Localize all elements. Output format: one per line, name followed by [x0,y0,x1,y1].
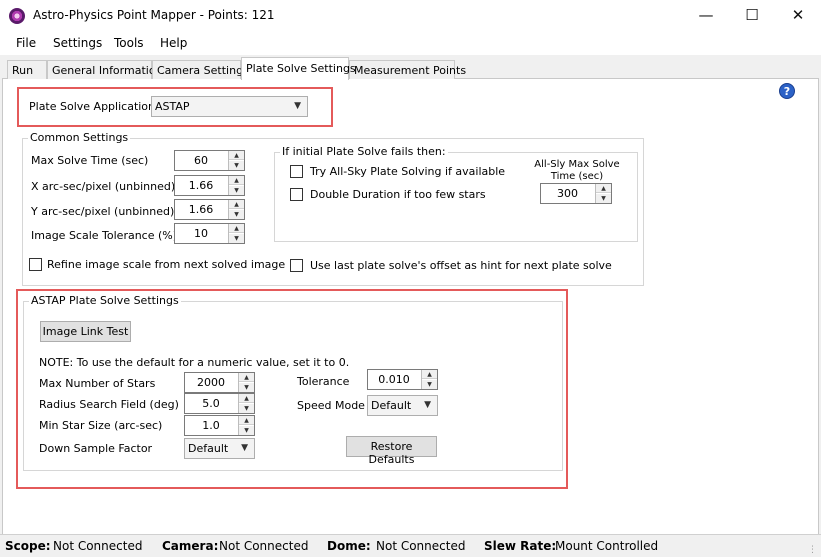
minimize-button[interactable]: — [683,0,729,31]
speed-mode-value: Default [371,399,412,412]
tab-measurement-points[interactable]: Measurement Points [349,60,466,79]
radius-value: 5.0 [202,397,220,410]
chevron-down-icon: ▼ [424,400,431,410]
max-solve-time-label: Max Solve Time (sec) [31,154,149,167]
max-stars-label: Max Number of Stars [39,377,156,390]
spin-down-icon[interactable]: ▼ [229,210,244,219]
slew-rate-label: Slew Rate: [484,539,557,553]
use-last-offset-checkbox[interactable] [290,259,303,272]
spin-down-icon[interactable]: ▼ [229,186,244,195]
help-icon[interactable]: ? [779,83,795,99]
refine-scale-checkbox[interactable] [29,258,42,271]
menu-file[interactable]: File [16,36,36,50]
all-sky-max-label-line2: Time (sec) [550,171,604,182]
down-sample-select[interactable]: Default ▼ [184,438,255,459]
x-arcsec-stepper[interactable]: 1.66 ▲ ▼ [174,175,245,196]
down-sample-value: Default [188,442,229,455]
chevron-down-icon: ▼ [294,101,301,111]
spin-down-icon[interactable]: ▼ [239,404,254,413]
tab-camera-settings[interactable]: Camera Settings [152,60,249,79]
tolerance-value: 0.010 [378,373,410,386]
all-sky-max-value: 300 [557,187,578,200]
refine-scale-label: Refine image scale from next solved imag… [47,258,286,271]
spin-up-icon[interactable]: ▲ [229,200,244,209]
max-solve-time-stepper[interactable]: 60 ▲ ▼ [174,150,245,171]
scale-tolerance-value: 10 [194,227,208,240]
all-sky-label: Try All-Sky Plate Solving if available [310,165,506,178]
plate-solve-app-select[interactable]: ASTAP ▼ [151,96,308,117]
speed-mode-select[interactable]: Default ▼ [367,395,438,416]
spin-up-icon[interactable]: ▲ [229,224,244,233]
all-sky-max-label-line1: All-Sly Max Solve [534,159,620,170]
common-settings-title: Common Settings [28,131,131,144]
dome-status-value: Not Connected [376,539,466,553]
max-solve-time-value: 60 [194,154,208,167]
scope-status-label: Scope: [5,539,51,553]
radius-label: Radius Search Field (deg) [39,398,179,411]
tolerance-label: Tolerance [297,375,350,388]
spin-down-icon[interactable]: ▼ [239,383,254,392]
spin-up-icon[interactable]: ▲ [239,416,254,425]
radius-stepper[interactable]: 5.0 ▲ ▼ [184,393,255,414]
menu-settings[interactable]: Settings [53,36,102,50]
camera-status-label: Camera: [162,539,219,553]
speed-mode-label: Speed Mode [297,399,365,412]
chevron-down-icon: ▼ [241,443,248,453]
y-arcsec-label: Y arc-sec/pixel (unbinned) [31,205,175,218]
scale-tolerance-label: Image Scale Tolerance (%) [31,229,178,242]
plate-solve-app-value: ASTAP [155,100,190,113]
restore-defaults-button[interactable]: Restore Defaults [346,436,437,466]
use-last-offset-label: Use last plate solve's offset as hint fo… [310,259,612,272]
maximize-button[interactable]: ☐ [729,0,775,31]
max-stars-value: 2000 [197,376,225,389]
all-sky-checkbox[interactable] [290,165,303,178]
astap-note: NOTE: To use the default for a numeric v… [39,356,350,369]
tolerance-stepper[interactable]: 0.010 ▲ ▼ [367,369,438,390]
scope-status-value: Not Connected [53,539,143,553]
spin-down-icon[interactable]: ▼ [239,426,254,435]
close-button[interactable]: ✕ [775,0,821,31]
tab-plate-solve-settings[interactable]: Plate Solve Settings [241,57,356,80]
spin-up-icon[interactable]: ▲ [229,151,244,160]
spin-up-icon[interactable]: ▲ [229,176,244,185]
slew-rate-value: Mount Controlled [555,539,659,553]
tab-general-information[interactable]: General Information [47,60,163,79]
plate-solve-app-label: Plate Solve Application: [29,100,159,113]
spin-up-icon[interactable]: ▲ [422,370,437,379]
min-star-value: 1.0 [202,419,220,432]
x-arcsec-value: 1.66 [188,179,214,192]
spin-down-icon[interactable]: ▼ [229,161,244,170]
camera-status-value: Not Connected [219,539,309,553]
menu-tools[interactable]: Tools [114,36,144,50]
app-icon [9,8,25,24]
x-arcsec-label: X arc-sec/pixel (unbinned) [31,180,176,193]
window-title: Astro-Physics Point Mapper - Points: 121 [33,8,275,22]
spin-up-icon[interactable]: ▲ [239,394,254,403]
spin-up-icon[interactable]: ▲ [239,373,254,382]
min-star-label: Min Star Size (arc-sec) [39,419,163,432]
double-duration-label: Double Duration if too few stars [310,188,486,201]
menu-help[interactable]: Help [160,36,187,50]
spin-down-icon[interactable]: ▼ [422,380,437,389]
all-sky-max-stepper[interactable]: 300 ▲ ▼ [540,183,612,204]
double-duration-checkbox[interactable] [290,188,303,201]
scale-tolerance-stepper[interactable]: 10 ▲ ▼ [174,223,245,244]
tab-run[interactable]: Run [7,60,47,79]
dome-status-label: Dome: [327,539,371,553]
max-stars-stepper[interactable]: 2000 ▲ ▼ [184,372,255,393]
resize-grip-icon[interactable]: ⋮⋮ [808,545,821,555]
fail-options-title: If initial Plate Solve fails then: [280,145,448,158]
y-arcsec-stepper[interactable]: 1.66 ▲ ▼ [174,199,245,220]
astap-settings-title: ASTAP Plate Solve Settings [29,294,181,307]
down-sample-label: Down Sample Factor [39,442,153,455]
y-arcsec-value: 1.66 [188,203,214,216]
spin-down-icon[interactable]: ▼ [229,234,244,243]
spin-down-icon[interactable]: ▼ [596,194,611,203]
min-star-stepper[interactable]: 1.0 ▲ ▼ [184,415,255,436]
spin-up-icon[interactable]: ▲ [596,184,611,193]
image-link-test-button[interactable]: Image Link Test [40,321,131,342]
